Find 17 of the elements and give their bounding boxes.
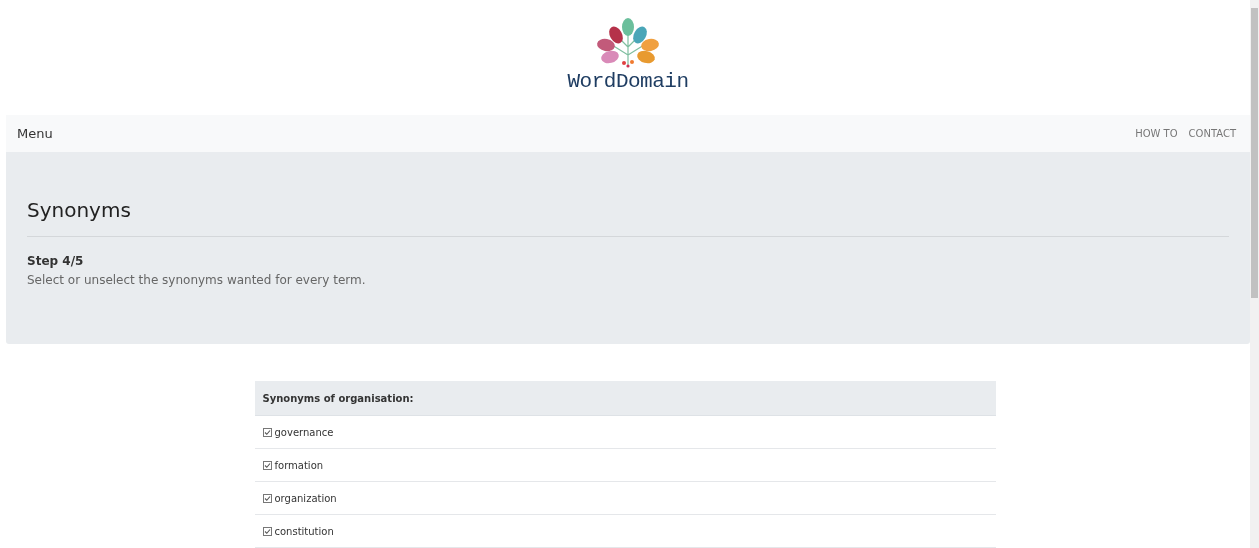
- checkbox[interactable]: [262, 460, 272, 470]
- logo-text: WordDomain: [567, 71, 689, 94]
- step-label: Step 4/5: [27, 254, 85, 269]
- synonym-label: constitution: [274, 525, 334, 537]
- table-header: Synonyms of organisation:: [254, 381, 996, 416]
- synonym-label: formation: [274, 459, 324, 471]
- page-title: Synonyms: [27, 198, 1229, 238]
- nav-link[interactable]: HOW TO: [1135, 128, 1178, 140]
- nav-link[interactable]: CONTACT: [1188, 128, 1236, 140]
- scrollbar[interactable]: [1250, 0, 1259, 548]
- synonym-label: organization: [274, 492, 337, 504]
- synonym-label: governance: [274, 426, 334, 438]
- checkbox[interactable]: [262, 427, 272, 437]
- menu-toggle[interactable]: Menu: [17, 126, 53, 142]
- step-description: Select or unselect the synonyms wanted for every term.: [27, 273, 367, 288]
- checkbox[interactable]: [262, 526, 272, 536]
- checkbox[interactable]: [262, 493, 272, 503]
